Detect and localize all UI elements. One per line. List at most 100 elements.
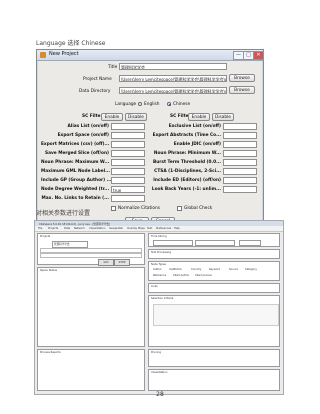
project-select-value: 管理科学学会 bbox=[54, 243, 70, 246]
dialog-title: New Project bbox=[49, 51, 79, 57]
node-type-cited-journal[interactable]: Cited Journal bbox=[195, 274, 212, 277]
param-label-left: Maximum GML Node Label... bbox=[41, 169, 110, 174]
param-label-right: Burst Term Threshold (0.0... bbox=[152, 160, 221, 165]
menu-network[interactable]: Network bbox=[74, 227, 85, 230]
param-label-left: Node Degree Weighted (tr... bbox=[41, 187, 110, 192]
menu-projects[interactable]: Projects bbox=[48, 227, 58, 230]
param-input-right[interactable] bbox=[223, 132, 257, 139]
time-from-select[interactable] bbox=[153, 240, 193, 246]
param-input-left[interactable]: true bbox=[111, 186, 145, 193]
close-button[interactable]: ✕ bbox=[253, 51, 264, 60]
menu-help[interactable]: Help bbox=[174, 227, 180, 230]
node-type-institution[interactable]: Institution bbox=[169, 268, 182, 271]
sc-filter2-enable-button[interactable]: Enable bbox=[188, 113, 210, 121]
param-input-right[interactable] bbox=[223, 150, 257, 157]
pruning-label: Pruning bbox=[151, 351, 161, 354]
selection-criteria-label: Selection Criteria bbox=[151, 297, 174, 300]
node-types-panel: Node Types Author Institution Country Ke… bbox=[148, 261, 280, 281]
param-input-left[interactable] bbox=[111, 168, 145, 175]
sc-filter2-disable-button[interactable]: Disable bbox=[212, 113, 234, 121]
language-chinese-radio[interactable] bbox=[167, 102, 171, 106]
data-directory-label: Data Directory bbox=[79, 89, 111, 94]
project-select[interactable]: 管理科学学会 bbox=[52, 241, 88, 248]
global-check-label: Global Check bbox=[184, 206, 213, 211]
space-status-label: Space Status bbox=[40, 269, 57, 272]
param-input-right[interactable] bbox=[223, 159, 257, 166]
process-reports-label: Process Reports bbox=[40, 351, 61, 354]
param-input-right[interactable] bbox=[223, 168, 257, 175]
data-directory-input[interactable]: \Users\Jerry Lee\citespace\管理科学学会\管理科学学会… bbox=[119, 87, 227, 94]
time-slicing-label: Time Slicing bbox=[151, 235, 167, 238]
data-path-line bbox=[40, 253, 142, 258]
stop-button[interactable]: STOP bbox=[114, 259, 130, 266]
language-english-label: English bbox=[144, 102, 160, 107]
menu-text[interactable]: Text bbox=[147, 227, 152, 230]
title-label: Title bbox=[108, 65, 118, 70]
node-type-author[interactable]: Author bbox=[153, 268, 162, 271]
param-label-right: Look Back Years (-1: unlim... bbox=[151, 187, 221, 192]
node-type-keyword[interactable]: Keyword bbox=[209, 268, 220, 271]
node-type-reference[interactable]: Reference bbox=[153, 274, 166, 277]
language-english-radio[interactable] bbox=[138, 102, 142, 106]
projects-label: Projects bbox=[40, 235, 51, 238]
param-label-left: Noun Phrase: Maximum W... bbox=[41, 160, 110, 165]
pruning-panel: Pruning bbox=[148, 349, 280, 367]
param-input-left[interactable] bbox=[111, 123, 145, 130]
node-type-country[interactable]: Country bbox=[191, 268, 201, 271]
param-label-right: CTSA (1-Disciplines, 2-Sci... bbox=[154, 169, 221, 174]
normalize-citations-label: Normalize Citations bbox=[118, 206, 160, 211]
language-label: Language bbox=[115, 102, 137, 107]
app-icon bbox=[40, 52, 46, 58]
param-label-right: Export Abstracts (Time Co... bbox=[152, 133, 221, 138]
projects-panel: Projects 管理科学学会 GO! STOP bbox=[37, 233, 145, 266]
global-check-checkbox[interactable] bbox=[177, 206, 182, 211]
links-panel: Links bbox=[148, 283, 280, 293]
normalize-citations-checkbox[interactable] bbox=[111, 206, 116, 211]
menu-file[interactable]: File bbox=[38, 227, 42, 230]
title-input[interactable]: 管理科学学会 bbox=[119, 63, 227, 70]
menu-visualization[interactable]: Visualization bbox=[89, 227, 105, 230]
menu-preferences[interactable]: Preferences bbox=[156, 227, 171, 230]
selection-criteria-panel: Selection Criteria bbox=[148, 295, 280, 347]
param-label-right: Exclusive List (on/off) bbox=[168, 124, 221, 129]
page-number: 28 bbox=[156, 391, 164, 398]
years-per-slice-select[interactable] bbox=[239, 240, 261, 246]
new-project-dialog: New Project — □ ✕ Title 管理科学学会 Project N… bbox=[36, 49, 264, 231]
param-input-left[interactable] bbox=[111, 132, 145, 139]
param-label-right: Include ED (Editors) (off/on) bbox=[153, 178, 221, 183]
selection-options[interactable] bbox=[153, 304, 279, 326]
process-reports-panel: Process Reports bbox=[37, 349, 145, 391]
links-label: Links bbox=[151, 285, 158, 288]
param-input-left[interactable] bbox=[111, 177, 145, 184]
sc-filter-disable-button[interactable]: Disable bbox=[125, 113, 147, 121]
menu-data[interactable]: Data bbox=[64, 227, 70, 230]
project-browse-button[interactable]: Browse bbox=[229, 74, 255, 82]
menu-bar: File Projects Data Network Visualization… bbox=[35, 226, 283, 232]
node-type-cited-author[interactable]: Cited Author bbox=[173, 274, 189, 277]
project-name-label: Project Name bbox=[83, 77, 112, 82]
data-browse-button[interactable]: Browse bbox=[229, 86, 255, 94]
menu-geospatial[interactable]: Geospatial bbox=[109, 227, 123, 230]
node-types-label: Node Types bbox=[151, 263, 166, 266]
param-input-left[interactable] bbox=[111, 159, 145, 166]
param-input-right[interactable] bbox=[223, 141, 257, 148]
param-input-right[interactable] bbox=[223, 186, 257, 193]
node-type-category[interactable]: Category bbox=[245, 268, 257, 271]
param-input-left[interactable] bbox=[111, 195, 145, 202]
caption-bottom: 对相关参数进行设置 bbox=[36, 210, 91, 217]
param-label-left: Max. No. Links to Retain (... bbox=[41, 196, 110, 201]
citespace-main-window: CiteSpace 5.0.R1 SE (64-bit) - Jerry Lee… bbox=[34, 220, 284, 395]
time-to-select[interactable] bbox=[195, 240, 235, 246]
param-input-left[interactable] bbox=[111, 150, 145, 157]
project-name-input[interactable]: \Users\Jerry Lee\citespace\管理科学学会\管理科学学会… bbox=[119, 75, 227, 82]
param-input-right[interactable] bbox=[223, 123, 257, 130]
go-button[interactable]: GO! bbox=[98, 259, 114, 266]
param-input-left[interactable] bbox=[111, 141, 145, 148]
dialog-titlebar: New Project — □ ✕ bbox=[37, 50, 264, 61]
sc-filter-enable-button[interactable]: Enable bbox=[101, 113, 123, 121]
param-label-right: Noun Phrase: Minimum W... bbox=[153, 151, 221, 156]
node-type-source[interactable]: Source bbox=[229, 268, 238, 271]
menu-overlay-maps[interactable]: Overlay Maps bbox=[127, 227, 145, 230]
param-input-right[interactable] bbox=[223, 177, 257, 184]
space-status-panel: Space Status bbox=[37, 267, 145, 347]
